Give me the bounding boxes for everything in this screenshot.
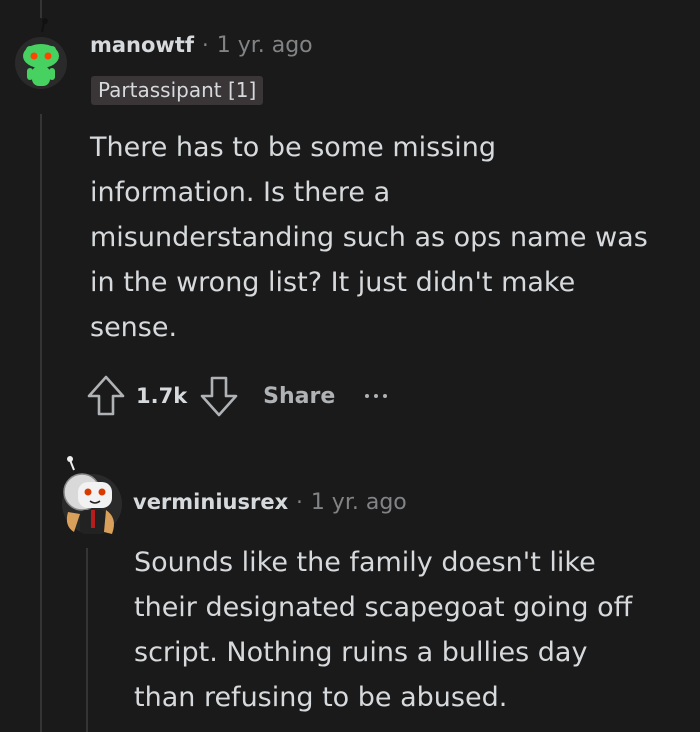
astronaut-avatar-icon[interactable]: [60, 452, 122, 536]
reply-meta: verminiusrex · 1 yr. ago: [133, 490, 407, 515]
meta-separator: ·: [296, 490, 303, 514]
vote-count: 1.7k: [136, 384, 188, 408]
reply-body-line: script. Nothing ruins a bullies day: [134, 637, 588, 668]
comment-username[interactable]: manowtf: [90, 33, 194, 57]
thread-line-main[interactable]: [40, 114, 42, 732]
share-button[interactable]: Share: [263, 384, 335, 409]
user-flair: Partassipant [1]: [91, 76, 264, 105]
comment-meta: manowtf · 1 yr. ago: [90, 33, 313, 58]
meta-separator: ·: [202, 33, 209, 57]
thread-line-reply[interactable]: [86, 548, 88, 732]
comment-body-line: sense.: [90, 312, 178, 343]
comment-body-line: misunderstanding such as ops name was: [90, 222, 648, 253]
downvote-button[interactable]: [199, 374, 239, 418]
reply-body-line: their designated scapegoat going off: [134, 592, 633, 623]
reply-body-line: than refusing to be abused.: [134, 682, 508, 713]
reply-username[interactable]: verminiusrex: [133, 490, 288, 514]
snoo-avatar-icon[interactable]: [14, 16, 68, 98]
comment-body-line: information. Is there a: [90, 177, 391, 208]
comment-body-line: There has to be some missing: [90, 132, 497, 163]
upvote-button[interactable]: [86, 374, 126, 418]
comment-body: There has to be some missing information…: [90, 125, 648, 350]
reply-body: Sounds like the family doesn't like thei…: [134, 540, 632, 720]
arrow-up-icon: [87, 375, 125, 416]
ellipsis-icon[interactable]: [365, 394, 388, 398]
arrow-down-icon: [200, 376, 238, 417]
reply-body-line: Sounds like the family doesn't like: [134, 547, 596, 578]
comment-actions: 1.7k Share: [86, 374, 388, 418]
reply-age[interactable]: 1 yr. ago: [311, 490, 407, 515]
comment-body-line: in the wrong list? It just didn't make: [90, 267, 576, 298]
comment-age[interactable]: 1 yr. ago: [217, 33, 313, 58]
